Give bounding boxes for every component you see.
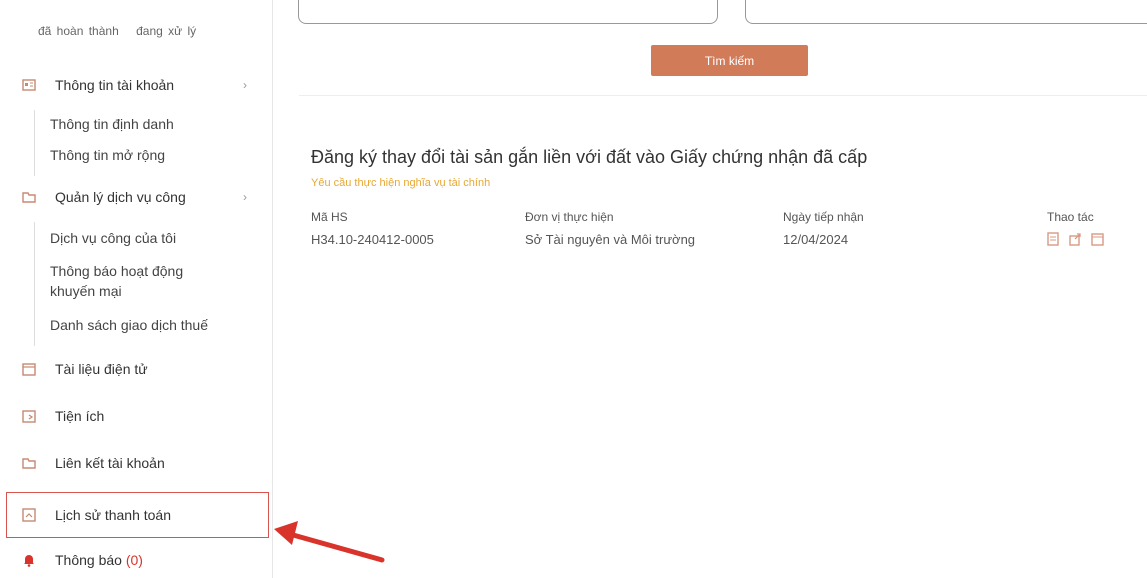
search-input-left[interactable]	[298, 0, 718, 24]
col-header-unit: Đơn vị thực hiện	[525, 210, 614, 224]
sidebar-sub-identity-info[interactable]: Thông tin định danh	[50, 114, 174, 134]
sidebar-item-label: Liên kết tài khoản	[55, 455, 165, 471]
payment-history-icon	[22, 508, 36, 522]
divider	[299, 95, 1147, 96]
sidebar-sub-extended-info[interactable]: Thông tin mở rộng	[50, 145, 165, 165]
sidebar-item-label: Lịch sử thanh toán	[55, 507, 172, 523]
sidebar-item-account-link[interactable]: Liên kết tài khoản	[0, 446, 270, 480]
utility-icon	[22, 409, 36, 423]
submenu-line	[34, 110, 35, 176]
record-actions	[1047, 232, 1104, 251]
sidebar-item-account-info[interactable]: Thông tin tài khoản ›	[0, 68, 270, 102]
sidebar-sub-promo-notice[interactable]: Thông báo hoạt động	[50, 261, 183, 281]
copy-icon[interactable]	[1091, 232, 1104, 251]
sidebar-item-utilities[interactable]: Tiện ích	[0, 399, 270, 433]
sidebar-sub-promo-notice-line2[interactable]: khuyến mại	[50, 281, 122, 301]
sidebar-item-label: Tài liệu điện tử	[55, 361, 148, 377]
record-code: H34.10-240412-0005	[311, 232, 434, 247]
search-button[interactable]: Tìm kiếm	[651, 45, 808, 76]
sidebar-item-label: Quản lý dịch vụ công	[55, 189, 186, 205]
annotation-arrow	[274, 521, 385, 563]
chevron-right-icon: ›	[243, 190, 247, 204]
sidebar-sub-tax-transactions[interactable]: Danh sách giao dịch thuế	[50, 315, 208, 335]
notifications-count: (0)	[125, 552, 143, 568]
status-filters: đã hoàn thành đang xử lý	[38, 24, 208, 38]
col-header-code: Mã HS	[311, 210, 348, 224]
link-icon	[22, 456, 36, 470]
document-icon	[22, 362, 36, 376]
sidebar-sub-my-services[interactable]: Dịch vụ công của tôi	[50, 228, 176, 248]
sidebar-item-public-services[interactable]: Quản lý dịch vụ công ›	[0, 180, 270, 214]
chevron-right-icon: ›	[243, 78, 247, 92]
col-header-date: Ngày tiếp nhận	[783, 210, 864, 224]
record-unit: Sở Tài nguyên và Môi trường	[525, 232, 696, 247]
status-processing[interactable]: đang xử lý	[136, 24, 196, 38]
sidebar-item-payment-history[interactable]: Lịch sử thanh toán	[0, 498, 270, 532]
notifications-label: Thông báo	[55, 552, 122, 568]
sidebar-item-e-documents[interactable]: Tài liệu điện tử	[0, 352, 270, 386]
col-header-actions: Thao tác	[1047, 210, 1094, 224]
search-input-right[interactable]	[745, 0, 1147, 24]
share-icon[interactable]	[1069, 232, 1082, 251]
sidebar-item-label: Thông báo (0)	[55, 552, 143, 568]
sidebar: đã hoàn thành đang xử lý Thông tin tài k…	[0, 0, 273, 578]
id-card-icon	[22, 78, 36, 92]
status-completed[interactable]: đã hoàn thành	[38, 24, 119, 38]
record-status: Yêu cầu thực hiện nghĩa vụ tài chính	[311, 177, 491, 189]
sidebar-item-label: Thông tin tài khoản	[55, 77, 175, 93]
submenu-line	[34, 222, 35, 346]
folder-icon	[22, 190, 36, 204]
sidebar-item-notifications[interactable]: Thông báo (0)	[0, 543, 270, 577]
record-date: 12/04/2024	[783, 232, 849, 247]
view-icon[interactable]	[1047, 232, 1060, 251]
record-title[interactable]: Đăng ký thay đổi tài sản gắn liền với đấ…	[311, 147, 867, 168]
bell-icon	[22, 553, 36, 567]
sidebar-item-label: Tiện ích	[55, 408, 105, 424]
